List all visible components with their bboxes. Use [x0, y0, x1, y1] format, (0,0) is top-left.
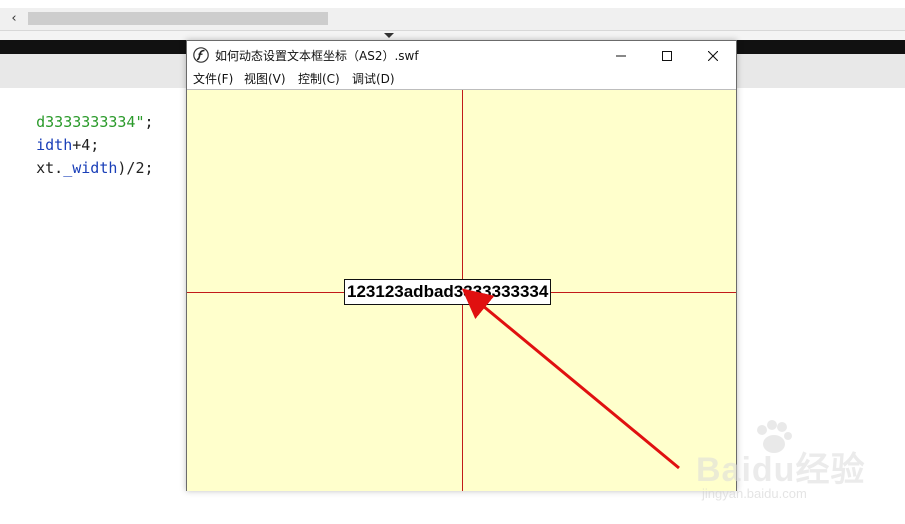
code-line-3: xt._width)/2;: [0, 135, 154, 201]
menu-file[interactable]: 文件(F): [193, 71, 233, 87]
watermark-logo: Baidu经验: [696, 451, 866, 489]
baidu-watermark: Baidu经验 jingyan.baidu.com: [690, 420, 900, 520]
window-title: 如何动态设置文本框坐标（AS2）.swf: [215, 49, 419, 63]
menu-control[interactable]: 控制(C): [298, 71, 340, 87]
minimize-button[interactable]: [598, 41, 644, 71]
code-punct: )/2;: [117, 159, 154, 177]
flash-app-icon: [193, 47, 209, 63]
maximize-button[interactable]: [644, 41, 690, 71]
panel-splitter[interactable]: [0, 31, 905, 40]
code-property: _width: [63, 159, 118, 177]
code-identifier: xt.: [36, 159, 64, 177]
title-bar[interactable]: 如何动态设置文本框坐标（AS2）.swf: [187, 41, 736, 71]
menu-view[interactable]: 视图(V): [244, 71, 286, 87]
flash-player-window[interactable]: 如何动态设置文本框坐标（AS2）.swf 文件(F) 视图(V) 控制(C) 调…: [186, 40, 737, 491]
menu-debug[interactable]: 调试(D): [352, 71, 395, 87]
close-icon: [708, 51, 718, 61]
scrollbar-thumb[interactable]: [28, 12, 328, 25]
menu-bar: 文件(F) 视图(V) 控制(C) 调试(D): [187, 71, 736, 89]
scroll-left-icon[interactable]: ‹: [6, 10, 22, 28]
horizontal-scrollbar[interactable]: ‹: [0, 8, 905, 31]
annotation-arrow-icon: [461, 288, 680, 470]
close-button[interactable]: [690, 41, 736, 71]
collapse-arrow-icon[interactable]: [384, 33, 394, 38]
maximize-icon: [662, 51, 672, 61]
swf-stage[interactable]: 123123adbad3333333334: [187, 89, 736, 491]
code-punct: ;: [144, 113, 154, 131]
watermark-url: jingyan.baidu.com: [702, 486, 807, 501]
minimize-icon: [616, 55, 626, 57]
